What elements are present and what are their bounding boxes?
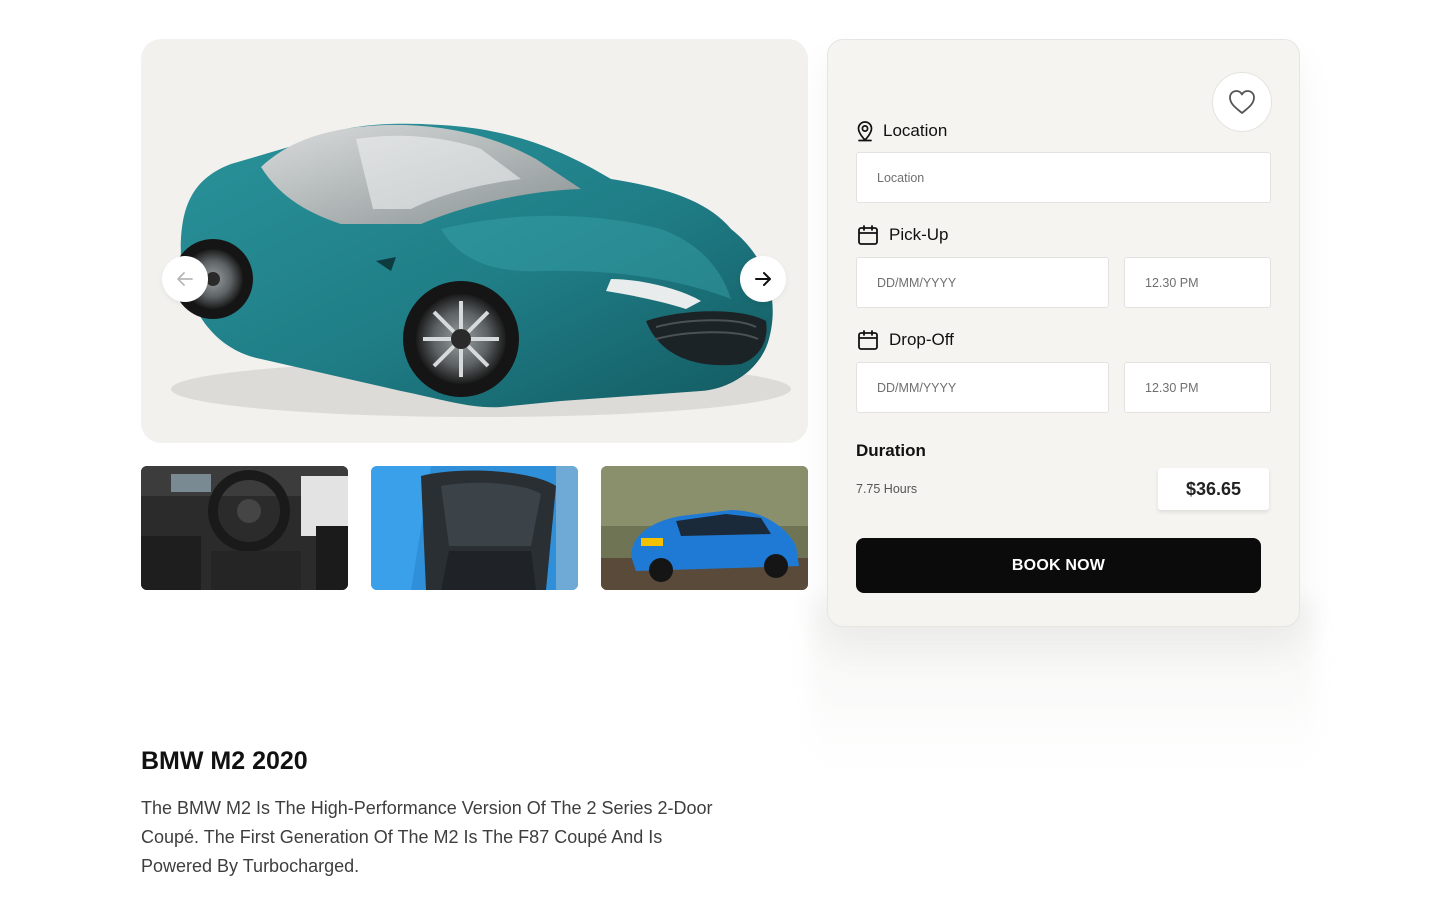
pickup-label: Pick-Up [889,225,949,244]
calendar-icon [858,330,878,350]
dropoff-label-row: Drop-Off [856,329,954,351]
car-rear-seats-photo [371,466,578,590]
calendar-icon [858,225,878,245]
pickup-label-row: Pick-Up [856,224,949,246]
car-dashboard-interior-photo [141,466,348,590]
thumbnail-dashboard[interactable] [141,466,348,590]
car-title: BMW M2 2020 [141,747,308,775]
previous-image-button[interactable] [162,256,208,302]
location-input[interactable] [856,152,1271,203]
book-now-button[interactable]: BOOK NOW [856,538,1261,593]
duration-label: Duration [856,441,926,460]
main-car-image [141,39,808,443]
dropoff-time-input[interactable] [1124,362,1271,413]
map-pin-icon [857,121,873,142]
favorite-button[interactable] [1212,72,1272,132]
thumbnail-rear-seats[interactable] [371,466,578,590]
arrow-right-icon [755,272,771,286]
teal-sports-car-illustration [171,123,791,417]
car-description: The BMW M2 Is The High-Performance Versi… [141,798,713,876]
car-detail-page: Location Pick-Up Drop-Off Duration [0,0,1440,904]
dropoff-date-input[interactable] [856,362,1109,413]
arrow-left-icon [177,272,193,286]
duration-hours: 7.75 Hours [856,482,918,496]
pickup-time-input[interactable] [1124,257,1271,308]
dropoff-label: Drop-Off [889,330,954,349]
booking-panel: Location Pick-Up Drop-Off Duration [827,39,1300,627]
location-label-row: Location [856,120,947,142]
heart-icon [1229,90,1255,114]
total-price: $36.65 [1158,468,1269,510]
pickup-date-input[interactable] [856,257,1109,308]
location-label: Location [883,121,948,140]
next-image-button[interactable] [740,256,786,302]
blue-hatchback-driving-photo [601,466,808,590]
thumbnail-blue-hatchback[interactable] [601,466,808,590]
